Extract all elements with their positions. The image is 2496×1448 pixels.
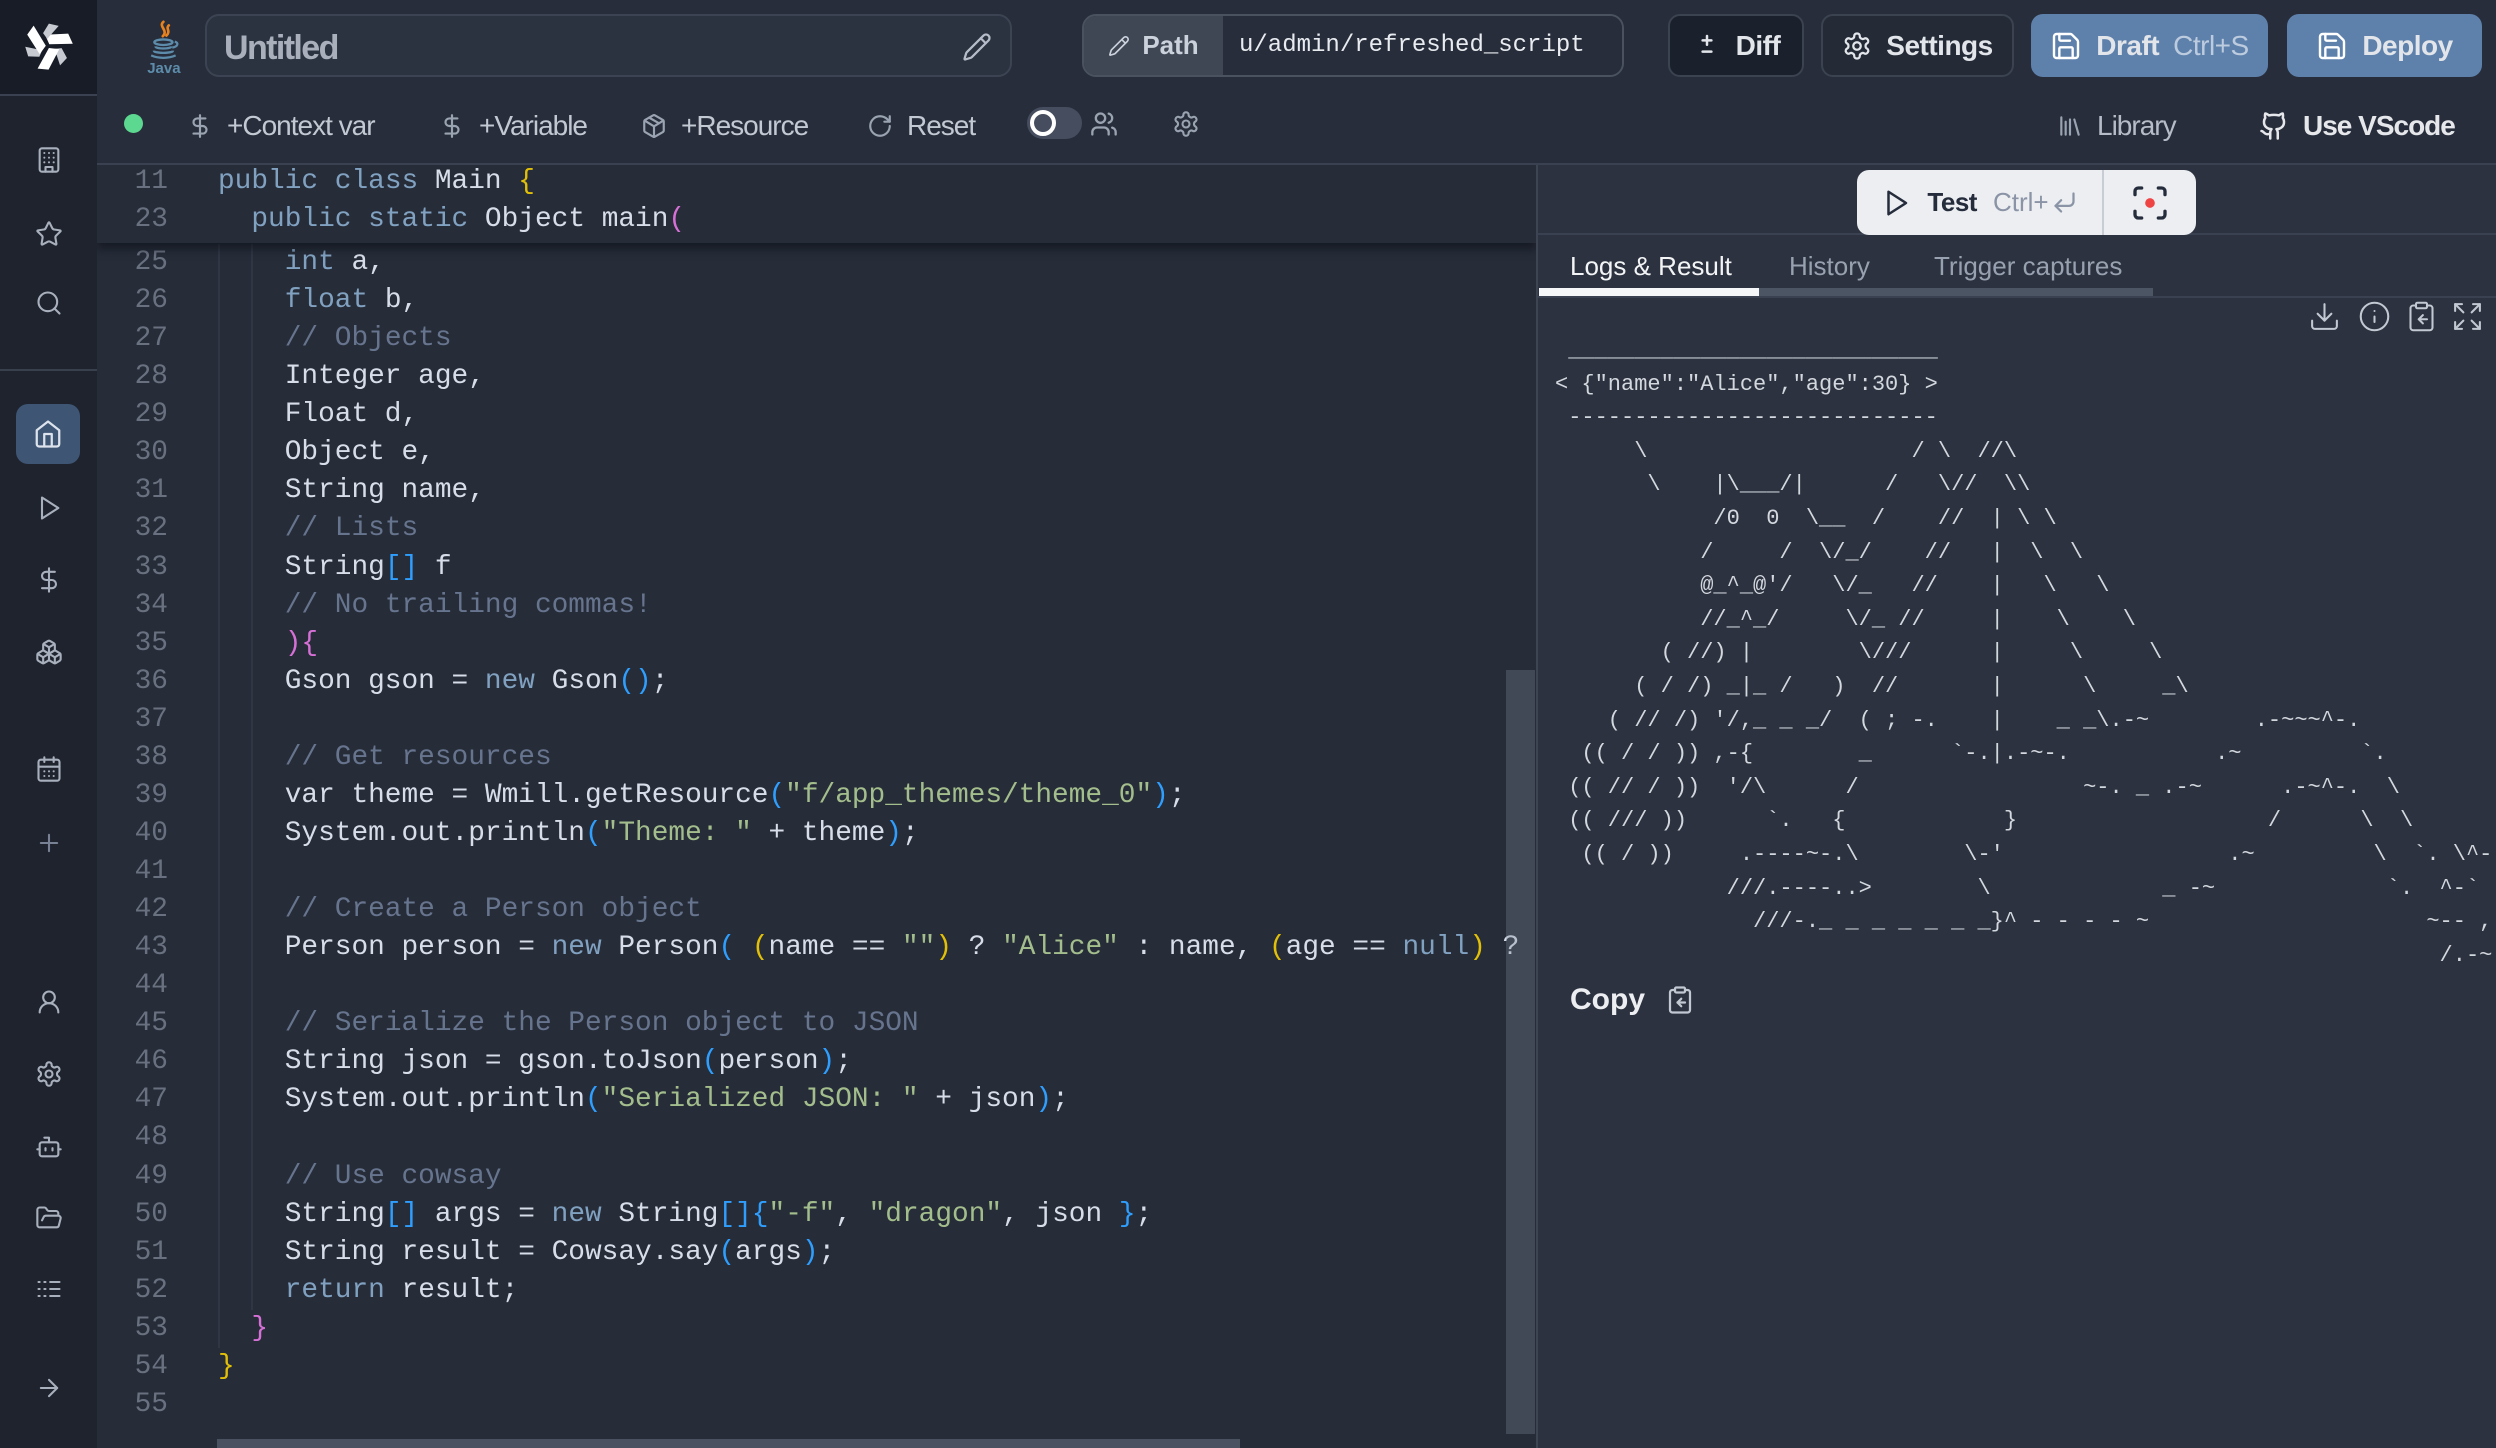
- svg-text:Java: Java: [147, 60, 181, 77]
